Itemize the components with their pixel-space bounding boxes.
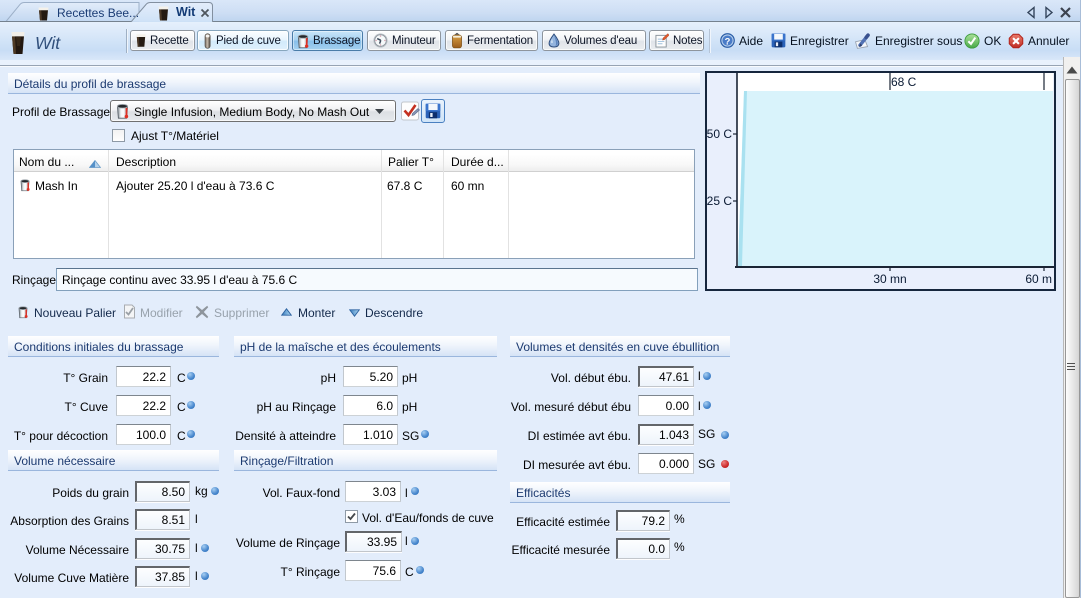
svg-text:25 C: 25 C — [707, 194, 733, 208]
svg-text:50 C: 50 C — [707, 127, 733, 141]
svg-text:30 mn: 30 mn — [873, 272, 906, 286]
svg-text:60 m: 60 m — [1025, 272, 1052, 286]
svg-text:68 C: 68 C — [891, 75, 917, 89]
svg-text:?: ? — [725, 36, 731, 46]
